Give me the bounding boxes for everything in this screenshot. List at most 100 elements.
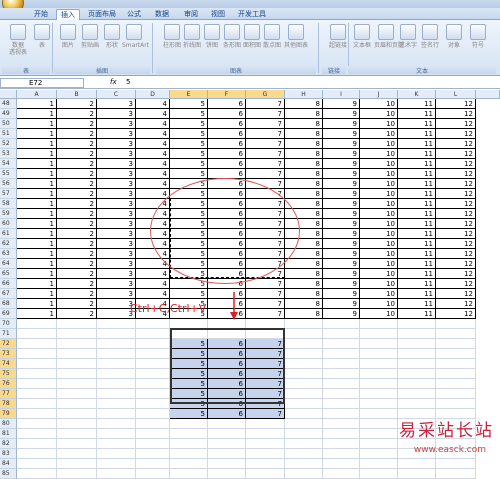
cell[interactable]: 7 — [246, 359, 285, 369]
cell[interactable] — [208, 449, 246, 459]
cell[interactable]: 1 — [17, 289, 57, 299]
cell[interactable]: 7 — [246, 169, 285, 179]
signature-button[interactable]: 签名行 — [418, 24, 442, 49]
cell[interactable] — [323, 339, 360, 349]
cell[interactable]: 11 — [398, 189, 436, 199]
cell[interactable] — [398, 359, 436, 369]
cell[interactable]: 6 — [208, 259, 246, 269]
cell[interactable]: 1 — [17, 209, 57, 219]
cell[interactable]: 6 — [208, 99, 246, 109]
row-header[interactable]: 50 — [0, 119, 17, 129]
cell[interactable]: 7 — [246, 99, 285, 109]
cell[interactable]: 1 — [17, 169, 57, 179]
column-header-K[interactable]: K — [398, 90, 436, 99]
cell[interactable]: 9 — [323, 239, 360, 249]
row-header[interactable]: 70 — [0, 319, 17, 329]
cell[interactable] — [136, 359, 170, 369]
cell[interactable] — [323, 419, 360, 429]
cell[interactable]: 2 — [57, 249, 97, 259]
cell[interactable] — [323, 389, 360, 399]
cell[interactable]: 8 — [285, 239, 323, 249]
cell[interactable]: 8 — [285, 199, 323, 209]
cell[interactable]: 3 — [97, 159, 136, 169]
cell[interactable]: 10 — [360, 149, 398, 159]
column-header-J[interactable]: J — [360, 90, 398, 99]
cell[interactable]: 2 — [57, 139, 97, 149]
cell[interactable] — [170, 469, 208, 479]
cell[interactable] — [285, 329, 323, 339]
cell[interactable] — [17, 349, 57, 359]
cell[interactable] — [136, 449, 170, 459]
row-header[interactable]: 76 — [0, 379, 17, 389]
cell[interactable]: 11 — [398, 279, 436, 289]
cell[interactable]: 3 — [97, 239, 136, 249]
cell[interactable]: 9 — [323, 109, 360, 119]
cell[interactable] — [136, 459, 170, 469]
cell[interactable] — [246, 439, 285, 449]
cell[interactable]: 5 — [170, 359, 208, 369]
cell[interactable]: 6 — [208, 289, 246, 299]
cell[interactable]: 12 — [436, 219, 476, 229]
cell[interactable] — [57, 369, 97, 379]
cell[interactable] — [246, 319, 285, 329]
cell[interactable] — [285, 429, 323, 439]
cell[interactable] — [398, 349, 436, 359]
cell[interactable]: 12 — [436, 199, 476, 209]
cell[interactable]: 5 — [170, 289, 208, 299]
cell[interactable]: 5 — [170, 249, 208, 259]
cell[interactable]: 5 — [170, 399, 208, 409]
cell[interactable]: 10 — [360, 189, 398, 199]
cell[interactable] — [398, 369, 436, 379]
cell[interactable] — [246, 419, 285, 429]
tab-2[interactable]: 页面布局 — [86, 9, 118, 20]
cell[interactable]: 3 — [97, 119, 136, 129]
cell[interactable]: 11 — [398, 159, 436, 169]
cell[interactable]: 1 — [17, 279, 57, 289]
cell[interactable] — [17, 439, 57, 449]
cell[interactable] — [97, 449, 136, 459]
cell[interactable] — [208, 469, 246, 479]
cell[interactable] — [136, 389, 170, 399]
cell[interactable] — [323, 359, 360, 369]
cell[interactable]: 10 — [360, 289, 398, 299]
cell[interactable] — [436, 349, 476, 359]
cell[interactable] — [57, 439, 97, 449]
row-header[interactable]: 51 — [0, 129, 17, 139]
cell[interactable]: 3 — [97, 259, 136, 269]
cell[interactable]: 9 — [323, 199, 360, 209]
shapes-button[interactable]: 形状 — [100, 24, 124, 49]
cell[interactable]: 6 — [208, 209, 246, 219]
cell[interactable] — [136, 379, 170, 389]
cell[interactable]: 1 — [17, 269, 57, 279]
row-header[interactable]: 73 — [0, 349, 17, 359]
cell[interactable]: 12 — [436, 239, 476, 249]
picture-button[interactable]: 图片 — [56, 24, 80, 49]
cell[interactable] — [136, 439, 170, 449]
cell[interactable] — [285, 349, 323, 359]
cell[interactable]: 7 — [246, 409, 285, 419]
cell[interactable]: 9 — [323, 189, 360, 199]
cell[interactable]: 10 — [360, 119, 398, 129]
cell[interactable]: 8 — [285, 159, 323, 169]
cell[interactable] — [136, 369, 170, 379]
cell[interactable]: 4 — [136, 209, 170, 219]
cell[interactable] — [285, 369, 323, 379]
cell[interactable]: 12 — [436, 119, 476, 129]
cell[interactable]: 5 — [170, 269, 208, 279]
cell[interactable]: 12 — [436, 259, 476, 269]
cell[interactable] — [323, 409, 360, 419]
cell[interactable]: 7 — [246, 299, 285, 309]
cell[interactable]: 11 — [398, 129, 436, 139]
cell[interactable]: 4 — [136, 109, 170, 119]
cell[interactable]: 2 — [57, 159, 97, 169]
cell[interactable]: 3 — [97, 149, 136, 159]
cell[interactable] — [17, 409, 57, 419]
cell[interactable] — [136, 329, 170, 339]
name-box[interactable]: E72 — [0, 78, 84, 88]
cell[interactable] — [57, 469, 97, 479]
cell[interactable]: 8 — [285, 249, 323, 259]
row-header[interactable]: 74 — [0, 359, 17, 369]
cell[interactable]: 2 — [57, 189, 97, 199]
cell[interactable] — [436, 329, 476, 339]
cell[interactable]: 9 — [323, 169, 360, 179]
